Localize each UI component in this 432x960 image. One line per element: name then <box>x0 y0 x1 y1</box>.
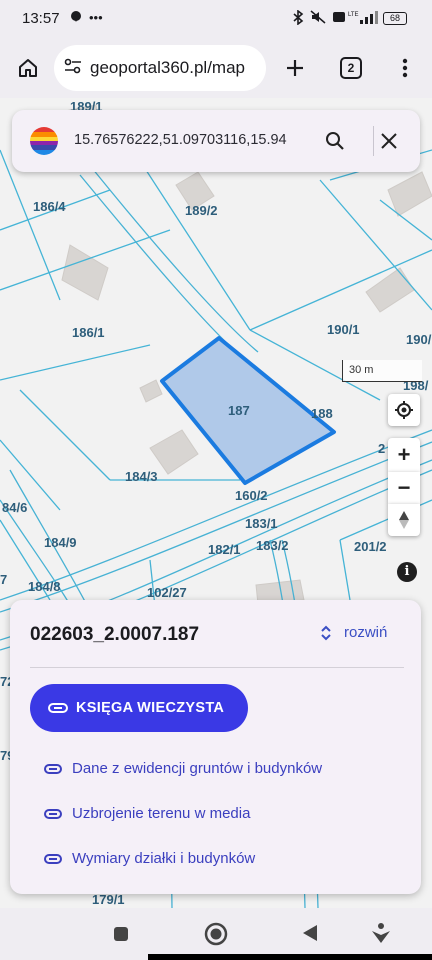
link-label: Wymiary działki i budynków <box>72 850 256 867</box>
parcel-label: 190/ <box>406 332 432 347</box>
link-icon <box>44 808 62 819</box>
panel-divider <box>30 667 404 668</box>
scale-bar: 30 m <box>342 360 422 382</box>
parcel-id: 022603_2.0007.187 <box>30 624 200 645</box>
bluetooth-icon <box>292 9 304 28</box>
assistant-icon[interactable] <box>371 922 391 949</box>
parcel-line <box>0 344 151 381</box>
parcel-label: 102/27 <box>147 585 187 600</box>
link-icon <box>48 703 68 713</box>
site-settings-icon[interactable] <box>64 58 82 79</box>
parcel-label: 179/1 <box>92 892 125 907</box>
parcel-line <box>19 389 111 481</box>
compass-button[interactable] <box>388 504 420 536</box>
new-tab-icon[interactable] <box>279 52 311 84</box>
road-edge <box>91 167 259 353</box>
vpn-icon <box>332 10 346 27</box>
link-icon <box>44 763 62 774</box>
notification-icon <box>69 10 83 27</box>
parcel-label: 188 <box>311 406 333 421</box>
back-icon[interactable] <box>302 924 318 947</box>
land-register-button[interactable]: KSIĘGA WIECZYSTA <box>30 684 248 732</box>
status-more: ••• <box>89 10 103 25</box>
compass-icon <box>399 511 409 529</box>
parcel-label: 182/1 <box>208 542 241 557</box>
info-button[interactable]: i <box>397 562 417 582</box>
mute-icon <box>310 10 326 27</box>
expand-button[interactable]: rozwiń <box>320 624 387 641</box>
locate-icon <box>395 401 413 419</box>
parcel-label: 184/8 <box>28 579 61 594</box>
url-bar[interactable]: geoportal360.pl/map <box>54 45 266 91</box>
search-icon[interactable] <box>318 124 352 158</box>
parcel-label: 183/2 <box>256 538 289 553</box>
battery-icon: 68 <box>383 12 407 25</box>
system-nav-bar <box>0 908 432 960</box>
status-time: 13:57 <box>22 10 60 27</box>
menu-icon[interactable] <box>389 52 421 84</box>
recents-icon[interactable] <box>113 926 129 947</box>
parcel-label: 187 <box>228 403 250 418</box>
parcel-line <box>339 539 351 601</box>
signal-icon: LTE <box>348 10 378 28</box>
svg-text:LTE: LTE <box>348 12 359 18</box>
search-bar[interactable]: 15.76576222,51.09703116,15.94 <box>12 110 420 172</box>
home-icon[interactable] <box>12 52 44 84</box>
road-edge <box>0 441 432 613</box>
parcel-label: 201/2 <box>354 539 387 554</box>
home-nav-icon[interactable] <box>204 922 228 951</box>
locate-button[interactable] <box>388 394 420 426</box>
parcel-label: 160/2 <box>235 488 268 503</box>
building-shape <box>61 244 109 301</box>
parcel-label: 186/1 <box>72 325 105 340</box>
geoportal-logo-icon <box>30 127 58 155</box>
link-utilities[interactable]: Uzbrojenie terenu w media <box>44 805 250 822</box>
building-shape <box>365 267 415 313</box>
building-shape <box>139 379 163 403</box>
search-input[interactable]: 15.76576222,51.09703116,15.94 <box>74 132 304 148</box>
link-label: Uzbrojenie terenu w media <box>72 805 251 822</box>
parcel-label: 2 <box>378 441 386 456</box>
link-label: Dane z ewidencji gruntów i budynków <box>72 760 323 777</box>
parcel-line <box>0 149 61 301</box>
parcel-label: 183/1 <box>245 516 278 531</box>
status-bar: 13:57 ••• LTE 68 <box>0 0 432 38</box>
building-shape <box>387 171 432 217</box>
gesture-bar <box>148 954 432 960</box>
url-text: geoportal360.pl/map <box>90 58 246 77</box>
tab-switcher-button[interactable]: 2 <box>340 57 362 79</box>
parcel-label: 84/6 <box>2 500 28 515</box>
parcel-label: 190/1 <box>327 322 360 337</box>
browser-toolbar: geoportal360.pl/map 2 <box>0 38 432 98</box>
expand-label: rozwiń <box>344 624 388 641</box>
zoom-out-button[interactable]: − <box>388 472 420 504</box>
parcel-label: 184/3 <box>125 469 158 484</box>
parcel-label: 7 <box>0 572 8 587</box>
road-edge <box>0 429 432 601</box>
parcel-info-panel: 022603_2.0007.187 rozwiń KSIĘGA WIECZYST… <box>10 600 421 894</box>
expand-icon <box>321 625 331 640</box>
land-register-label: KSIĘGA WIECZYSTA <box>76 700 225 716</box>
parcel-label: 189/2 <box>185 203 218 218</box>
parcel-label: 184/9 <box>44 535 77 550</box>
link-icon <box>44 853 62 864</box>
zoom-in-button[interactable]: + <box>388 438 420 472</box>
parcel-label: 186/4 <box>33 199 66 214</box>
close-icon[interactable] <box>372 124 406 158</box>
link-land-records[interactable]: Dane z ewidencji gruntów i budynków <box>44 760 322 777</box>
building-shape <box>149 429 199 475</box>
link-dimensions[interactable]: Wymiary działki i budynków <box>44 850 255 867</box>
